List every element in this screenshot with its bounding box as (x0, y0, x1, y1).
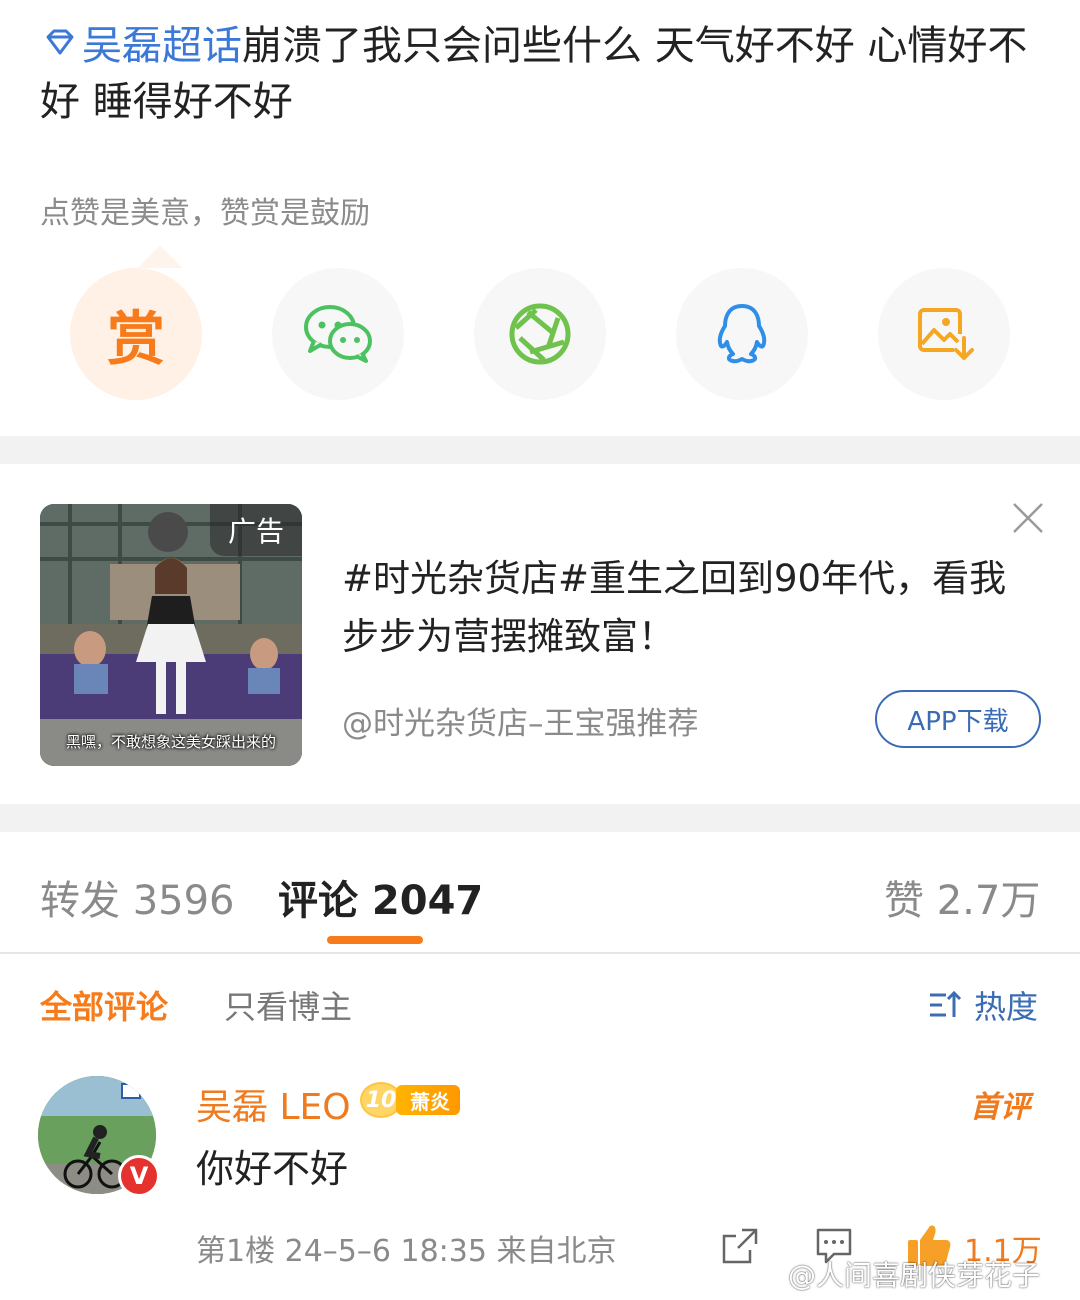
sort-icon (930, 990, 962, 1017)
save-image-button[interactable] (878, 268, 1010, 400)
wechat-icon (304, 305, 372, 363)
section-divider (0, 804, 1080, 832)
tab-likes[interactable]: 赞 2.7万 (884, 868, 1040, 926)
comment-text: 你好不好 (196, 1147, 349, 1191)
tip-arrow (118, 240, 202, 268)
filter-all-comments[interactable]: 全部评论 (40, 982, 168, 1028)
sort-label: 热度 (974, 988, 1039, 1026)
ad-thumbnail[interactable]: 广告 黑嘿，不敢想象这美女踩出来的 (40, 504, 302, 766)
reward-button[interactable]: 赏 (70, 268, 202, 400)
tab-comments[interactable]: 评论 2047 (278, 868, 483, 926)
share-row: 赏 (0, 268, 1080, 402)
app-download-button[interactable]: APP下载 (875, 690, 1041, 748)
supertopic-diamond-icon (46, 29, 74, 55)
tabs-divider (0, 952, 1080, 954)
level-title: 萧炎 (396, 1085, 460, 1115)
reward-icon: 赏 (106, 305, 165, 373)
tab-repost[interactable]: 转发 3596 (40, 868, 235, 926)
ad-source: @时光杂货店–王宝强推荐 (342, 706, 699, 742)
ad-thumbnail-caption: 黑嘿，不敢想象这美女踩出来的 (65, 733, 276, 751)
reward-tip: 点赞是美意，赞赏是鼓励 (40, 196, 370, 231)
verified-badge: V (118, 1155, 160, 1197)
ad-badge: 广告 (210, 504, 302, 556)
sort-hot-button[interactable]: 热度 (928, 982, 1038, 1028)
comment-author[interactable]: 吴磊 LEO (196, 1078, 351, 1130)
save-image-icon (918, 308, 974, 360)
share-qq-button[interactable] (676, 268, 808, 400)
supertopic-link[interactable]: 吴磊超话 (82, 23, 242, 69)
user-level-badge: 10 萧炎 (360, 1082, 460, 1118)
post-text: 吴磊超话崩溃了我只会问些什么 天气好不好 心情好不好 睡得好不好 (40, 18, 1050, 130)
first-comment-badge: 首评 (970, 1090, 1030, 1125)
close-icon[interactable] (1010, 500, 1046, 536)
active-tab-indicator (327, 936, 423, 944)
filter-blogger-only[interactable]: 只看博主 (224, 982, 352, 1028)
comment-meta: 第1楼 24–5–6 18:35 来自北京 (196, 1234, 617, 1269)
share-comment-icon[interactable] (720, 1226, 760, 1266)
share-wechat-button[interactable] (272, 268, 404, 400)
share-moments-button[interactable] (474, 268, 606, 400)
ad-title[interactable]: #时光杂货店#重生之回到90年代，看我步步为营摆摊致富！ (342, 550, 1042, 666)
watermark: @人间喜剧侠芽花子 (788, 1259, 1041, 1292)
section-divider (0, 436, 1080, 464)
qq-icon (717, 304, 767, 364)
moments-icon (509, 303, 571, 365)
